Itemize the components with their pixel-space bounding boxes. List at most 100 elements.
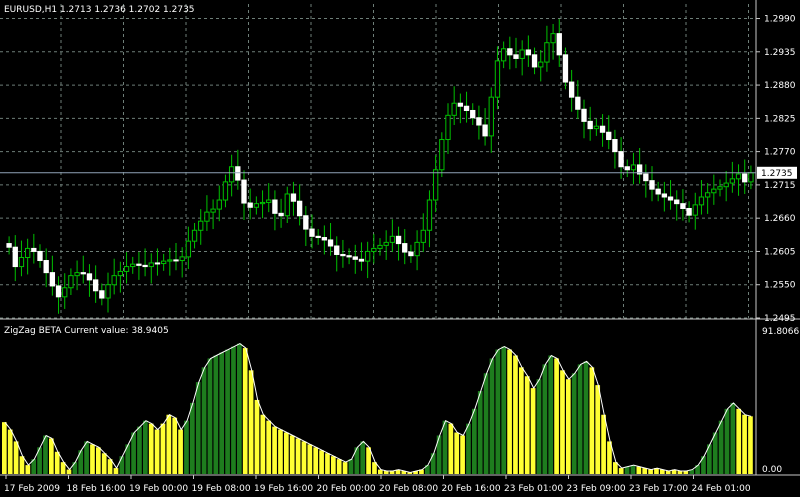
indicator-bar [137, 426, 142, 474]
candle-body [24, 247, 31, 258]
indicator-bar [724, 408, 730, 474]
candle-body [717, 186, 723, 190]
candle-body [179, 256, 185, 262]
indicator-bar [648, 469, 653, 474]
indicator-bar [483, 373, 489, 474]
indicator-bar [289, 435, 295, 474]
y-tick-label: 1.2605 [764, 247, 796, 257]
candle-body [191, 229, 198, 242]
indicator-bar [237, 343, 242, 474]
candle-body [86, 273, 93, 281]
zigzag-indicator-series [2, 343, 753, 474]
candle-body [649, 180, 655, 190]
candle-body [661, 193, 668, 198]
candle-body [222, 181, 229, 201]
candle-body [402, 243, 408, 253]
indicator-bar [225, 349, 230, 474]
candle-body [315, 235, 321, 239]
indicator-bar [190, 402, 195, 474]
candle-body [451, 102, 457, 116]
indicator-bar [589, 367, 595, 474]
candle-body [334, 245, 340, 255]
candle-body [55, 285, 62, 298]
indicator-bar [166, 414, 172, 474]
indicator-bar [442, 420, 448, 474]
candle-body [389, 235, 396, 243]
candle-body [6, 243, 12, 248]
indicator-bar [207, 358, 213, 474]
indicator-bar [84, 441, 89, 474]
candle-body [185, 240, 192, 258]
indicator-bar [454, 432, 460, 474]
indicator-bar [242, 348, 248, 474]
candle-body [612, 139, 618, 153]
indicator-bar [730, 402, 736, 474]
indicator-bar [560, 370, 565, 474]
indicator-bar [260, 414, 266, 474]
indicator-bar [254, 399, 260, 474]
indicator-bar [336, 459, 342, 474]
candle-body [742, 173, 748, 183]
candle-body [383, 241, 389, 246]
candle-body [80, 272, 86, 275]
candle-body [494, 60, 501, 98]
indicator-bar [536, 379, 542, 474]
candle-body [531, 54, 538, 68]
indicator-bar [2, 422, 7, 474]
indicator-bar [571, 373, 577, 474]
y-tick-label: 1.2990 [764, 15, 796, 25]
candle-body [507, 48, 513, 56]
candle-body [43, 260, 49, 274]
candle-body [723, 182, 729, 188]
indicator-bar [131, 432, 136, 474]
y-tick-label: 1.2495 [764, 314, 796, 324]
x-tick-label: 23 Feb 17:00 [629, 484, 688, 494]
x-tick-label: 19 Feb 08:00 [192, 484, 251, 494]
candle-body [296, 200, 303, 217]
grid [0, 4, 756, 319]
candle-body [606, 131, 612, 141]
candle-body [704, 192, 711, 198]
candle-body [735, 173, 742, 180]
indicator-bar [513, 355, 518, 474]
indicator-bar [148, 423, 154, 474]
indicator-bar [530, 388, 536, 474]
indicator-bar [495, 349, 501, 474]
candle-body [562, 54, 569, 83]
candle-body [358, 258, 365, 262]
indicator-bar [184, 420, 189, 474]
indicator-bar [49, 438, 54, 474]
current-price-label: 1.2735 [761, 169, 793, 179]
candle-body [303, 215, 309, 230]
candle-body [432, 169, 439, 201]
candle-body [136, 263, 142, 266]
indicator-bar [54, 451, 60, 474]
indicator-bar [624, 466, 630, 474]
indicator-bar [366, 447, 371, 474]
candle-body [439, 139, 445, 171]
indicator-bar [19, 456, 25, 474]
candle-body [581, 108, 587, 122]
indicator-bar [195, 382, 201, 474]
indicator-bar [630, 465, 636, 474]
indicator-bar [90, 444, 95, 474]
trading-chart[interactable]: 1.2990 1.2935 1.2880 1.2825 1.2770 1.2715 1.26… [0, 0, 800, 497]
indicator-bar [119, 456, 125, 474]
candle-body [37, 250, 43, 262]
y-tick-label: 1.2770 [764, 148, 796, 158]
indicator-bar [160, 423, 166, 474]
candle-body [630, 164, 637, 171]
candle-body [463, 105, 470, 111]
x-tick-label: 18 Feb 16:00 [67, 484, 126, 494]
candle-body [488, 96, 494, 137]
x-tick-label: 19 Feb 16:00 [254, 484, 313, 494]
candle-body [327, 239, 334, 247]
candle-body [599, 125, 606, 133]
indicator-zero-label: 0.00 [762, 465, 782, 475]
indicator-bar [601, 414, 606, 474]
indicator-bar [466, 423, 471, 474]
candle-body [544, 42, 550, 63]
candle-body [105, 284, 111, 299]
indicator-bar [507, 349, 512, 474]
indicator-bar [542, 364, 548, 474]
